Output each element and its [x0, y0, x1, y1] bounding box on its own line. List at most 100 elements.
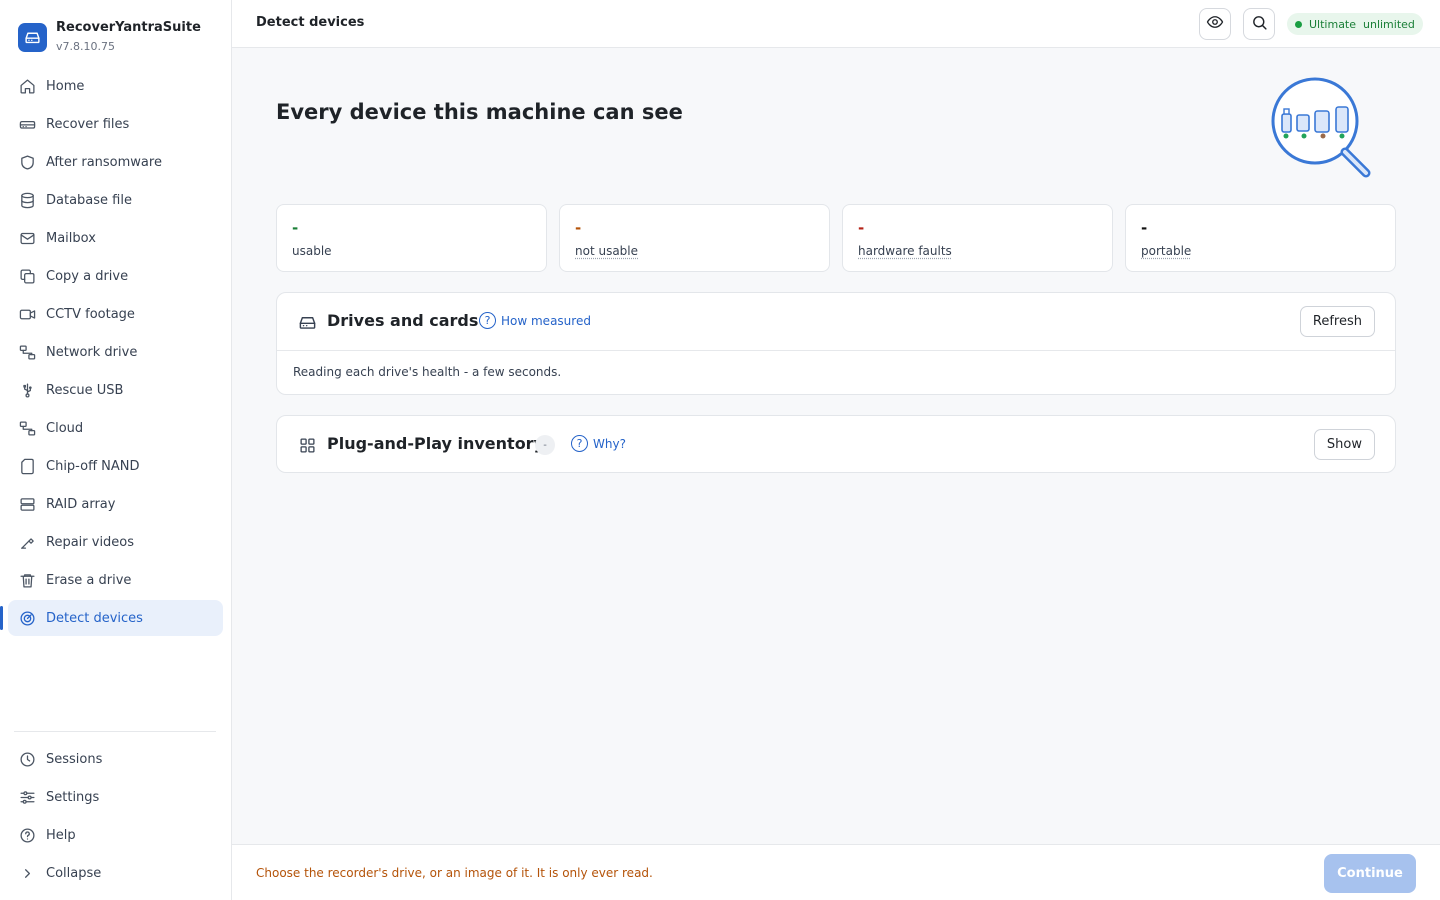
stat-card-portable: - portable: [1125, 204, 1396, 272]
refresh-button[interactable]: Refresh: [1299, 306, 1375, 337]
sidebar-item-copy-a-drive[interactable]: Copy a drive: [8, 258, 223, 294]
sidebar-item-label: Settings: [46, 789, 100, 805]
sidebar-bottom-nav: Sessions Settings Help Collapse: [8, 741, 223, 893]
sidebar-item-label: Rescue USB: [46, 382, 124, 398]
app-version: v7.8.10.75: [56, 40, 115, 53]
sidebar-item-label: After ransomware: [46, 154, 162, 170]
sidebar-item-label: Detect devices: [46, 610, 143, 626]
sidebar-item-label: Chip-off NAND: [46, 458, 140, 474]
sidebar-item-label: Database file: [46, 192, 132, 208]
hard-drive-icon: [297, 312, 317, 332]
pnp-card-title: Plug-and-Play inventory: [327, 434, 544, 453]
preview-button[interactable]: [1199, 8, 1231, 40]
sidebar-item-help[interactable]: Help: [8, 817, 223, 853]
video-camera-icon: [18, 305, 36, 323]
sidebar-item-chip-off-nand[interactable]: Chip-off NAND: [8, 448, 223, 484]
how-measured-label: How measured: [501, 313, 591, 328]
sidebar-item-label: Recover files: [46, 116, 130, 132]
sidebar-item-repair-videos[interactable]: Repair videos: [8, 524, 223, 560]
sidebar-item-label: Home: [46, 78, 85, 94]
grid-icon: [297, 435, 317, 455]
brand[interactable]: RecoverYantraSuite v7.8.10.75: [18, 20, 201, 54]
devices-magnifier-illustration: [1262, 72, 1380, 184]
stat-label[interactable]: portable: [1141, 244, 1191, 258]
footer-hint: Choose the recorder's drive, or an image…: [256, 866, 653, 880]
stat-value: -: [858, 219, 865, 237]
stat-value: -: [292, 219, 299, 237]
sidebar-item-label: RAID array: [46, 496, 116, 512]
sidebar-item-erase-a-drive[interactable]: Erase a drive: [8, 562, 223, 598]
trash-icon: [18, 571, 36, 589]
sidebar-divider: [14, 731, 216, 732]
stat-label[interactable]: hardware faults: [858, 244, 952, 258]
why-link[interactable]: ? Why?: [571, 435, 626, 452]
help-icon: [18, 826, 36, 844]
stat-label[interactable]: not usable: [575, 244, 638, 258]
home-icon: [18, 77, 36, 95]
sidebar-item-label: Repair videos: [46, 534, 135, 550]
footer-bar: Choose the recorder's drive, or an image…: [232, 844, 1440, 900]
sidebar-item-label: CCTV footage: [46, 306, 135, 322]
plan-label: Ultimate unlimited: [1309, 17, 1415, 31]
app-logo-icon: [18, 22, 47, 52]
stat-value: -: [1141, 219, 1148, 237]
question-icon: ?: [479, 312, 496, 329]
why-label: Why?: [593, 436, 626, 451]
sd-card-icon: [18, 457, 36, 475]
sidebar-item-cloud[interactable]: Cloud: [8, 410, 223, 446]
page-title: Every device this machine can see: [276, 100, 683, 124]
sidebar-item-network-drive[interactable]: Network drive: [8, 334, 223, 370]
sidebar-item-settings[interactable]: Settings: [8, 779, 223, 815]
sidebar-nav: Home Recover files After ransomware Data…: [0, 68, 223, 638]
sidebar-item-database-file[interactable]: Database file: [8, 182, 223, 218]
sidebar-item-recover-files[interactable]: Recover files: [8, 106, 223, 142]
radar-icon: [18, 609, 36, 627]
sidebar-item-label: Network drive: [46, 344, 138, 360]
sidebar-item-after-ransomware[interactable]: After ransomware: [8, 144, 223, 180]
copy-icon: [18, 267, 36, 285]
stat-card-usable: - usable: [276, 204, 547, 272]
eye-icon: [1206, 13, 1224, 35]
stat-label: usable: [292, 244, 332, 258]
sidebar-item-raid-array[interactable]: RAID array: [8, 486, 223, 522]
pnp-count-badge: -: [535, 435, 555, 455]
sidebar-item-label: Cloud: [46, 420, 84, 436]
stat-card-hardware-faults: - hardware faults: [842, 204, 1113, 272]
hard-drive-icon: [18, 115, 36, 133]
network-icon: [18, 343, 36, 361]
sidebar-item-label: Mailbox: [46, 230, 96, 246]
stat-value: -: [575, 219, 582, 237]
sidebar: RecoverYantraSuite v7.8.10.75 Home Recov…: [0, 0, 232, 900]
drives-card-title: Drives and cards: [327, 311, 479, 330]
page-header-title: Detect devices: [256, 15, 365, 30]
topbar: Detect devices Ultimate unlimited: [232, 0, 1440, 48]
sidebar-item-cctv-footage[interactable]: CCTV footage: [8, 296, 223, 332]
show-button[interactable]: Show: [1313, 429, 1375, 460]
sidebar-item-label: Copy a drive: [46, 268, 129, 284]
server-icon: [18, 495, 36, 513]
sidebar-item-home[interactable]: Home: [8, 68, 223, 104]
sidebar-item-collapse[interactable]: Collapse: [8, 855, 223, 891]
mail-icon: [18, 229, 36, 247]
shield-icon: [18, 153, 36, 171]
sidebar-item-label: Help: [46, 827, 76, 843]
usb-icon: [18, 381, 36, 399]
drives-status-text: Reading each drive's health - a few seco…: [277, 350, 1395, 394]
stat-card-not-usable: - not usable: [559, 204, 830, 272]
sidebar-item-detect-devices[interactable]: Detect devices: [0, 600, 223, 636]
cloud-icon: [18, 419, 36, 437]
sidebar-item-mailbox[interactable]: Mailbox: [8, 220, 223, 256]
sidebar-item-label: Sessions: [46, 751, 103, 767]
sidebar-item-label: Erase a drive: [46, 572, 132, 588]
sidebar-item-label: Collapse: [46, 865, 102, 881]
continue-button[interactable]: Continue: [1324, 854, 1416, 893]
sliders-icon: [18, 788, 36, 806]
search-button[interactable]: [1243, 8, 1275, 40]
sidebar-item-rescue-usb[interactable]: Rescue USB: [8, 372, 223, 408]
plan-badge: Ultimate unlimited: [1287, 13, 1423, 35]
wand-icon: [18, 533, 36, 551]
clock-icon: [18, 750, 36, 768]
search-icon: [1251, 14, 1268, 35]
sidebar-item-sessions[interactable]: Sessions: [8, 741, 223, 777]
how-measured-link[interactable]: ? How measured: [479, 312, 591, 329]
